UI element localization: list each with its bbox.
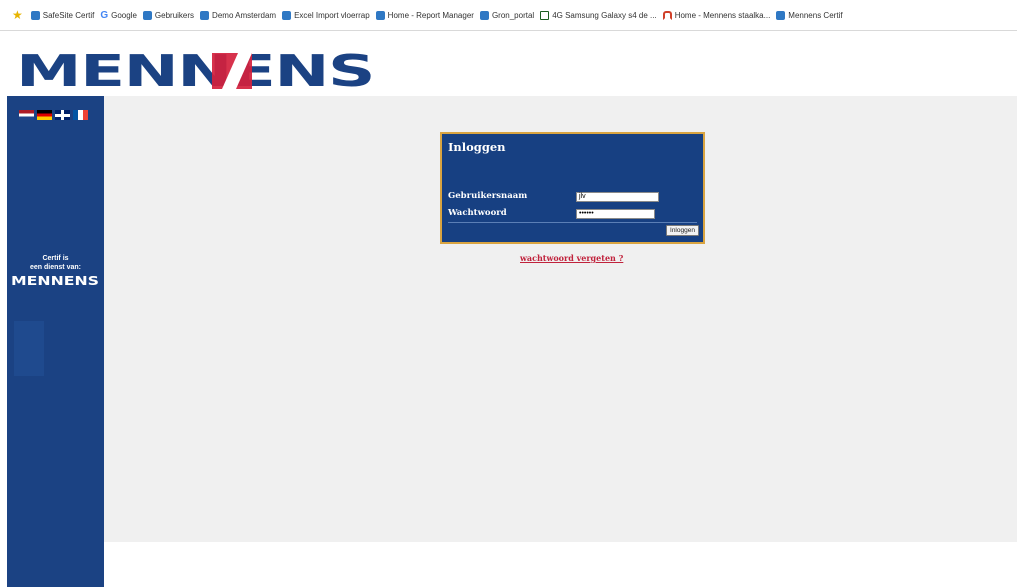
ie-page-icon	[776, 10, 786, 20]
mennens-logo: MENNENS	[16, 52, 375, 90]
certif-line-2: een dienst van:	[30, 264, 81, 271]
favorite-label: Mennens Certif	[788, 10, 843, 20]
password-label: Wachtwoord	[448, 208, 507, 218]
fr-flag-icon[interactable]	[73, 110, 88, 120]
google-icon: G	[100, 9, 109, 21]
sidebar: Certif is een dienst van: MENNENS	[7, 96, 104, 587]
favorite-link[interactable]: G Google	[100, 9, 137, 21]
login-panel: Inloggen Gebruikersnaam jlv Wachtwoord •…	[440, 132, 705, 244]
favorite-link[interactable]: Gron_portal	[479, 10, 535, 20]
ie-page-icon	[30, 10, 40, 20]
ie-page-icon	[200, 10, 210, 20]
favorite-label: Gron_portal	[491, 10, 535, 20]
favorite-label: Gebruikers	[154, 10, 195, 20]
favorite-link[interactable]: Excel Import vloerrap	[282, 10, 370, 20]
favorite-link[interactable]: SafeSite Certif	[30, 10, 95, 20]
language-flags	[19, 110, 88, 120]
favorite-label: Home - Mennens staalka...	[674, 10, 771, 20]
favorite-link[interactable]: Home - Report Manager	[375, 10, 474, 20]
ie-page-icon	[282, 10, 292, 20]
forgot-password-link[interactable]: wachtwoord vergeten ?	[520, 253, 623, 263]
login-divider	[448, 222, 697, 223]
favorite-label: Google	[111, 10, 137, 20]
favorite-link[interactable]: Mennens Certif	[776, 10, 843, 20]
ie-page-icon	[142, 10, 152, 20]
de-flag-icon[interactable]	[37, 110, 52, 120]
sidebar-logo-text: MENNENS	[11, 274, 99, 286]
favorite-label: 4G Samsung Galaxy s4 de ...	[552, 10, 657, 20]
favorite-label: Home - Report Manager	[387, 10, 474, 20]
favorite-label: Demo Amsterdam	[212, 10, 277, 20]
favorite-link[interactable]: Home - Mennens staalka...	[662, 10, 771, 20]
favorite-link[interactable]: Demo Amsterdam	[200, 10, 277, 20]
mennens-icon	[662, 10, 672, 20]
username-label: Gebruikersnaam	[448, 191, 528, 201]
favorite-link[interactable]: Gebruikers	[142, 10, 195, 20]
uk-flag-icon[interactable]	[55, 110, 70, 120]
login-button[interactable]: Inloggen	[666, 225, 699, 236]
favorites-star-icon[interactable]: ★	[12, 8, 23, 22]
password-input[interactable]: ••••••	[576, 209, 655, 219]
mennens-logo-text: MENNENS	[16, 52, 374, 90]
sidebar-shade	[14, 321, 44, 376]
ie-page-icon	[479, 10, 489, 20]
favorite-label: SafeSite Certif	[42, 10, 95, 20]
nl-flag-icon[interactable]	[19, 110, 34, 120]
username-input[interactable]: jlv	[576, 192, 659, 202]
certif-credit: Certif is een dienst van:	[7, 254, 104, 272]
login-title: Inloggen	[448, 140, 506, 154]
ie-page-icon	[375, 10, 385, 20]
favorites-bar: ★ SafeSite Certif G Google Gebruikers Dem…	[0, 0, 1017, 31]
favorite-label: Excel Import vloerrap	[294, 10, 370, 20]
certif-line-1: Certif is	[42, 255, 69, 262]
sidebar-mennens-logo: MENNENS	[11, 274, 99, 286]
page-box-icon	[540, 10, 550, 20]
favorite-link[interactable]: 4G Samsung Galaxy s4 de ...	[540, 10, 657, 20]
